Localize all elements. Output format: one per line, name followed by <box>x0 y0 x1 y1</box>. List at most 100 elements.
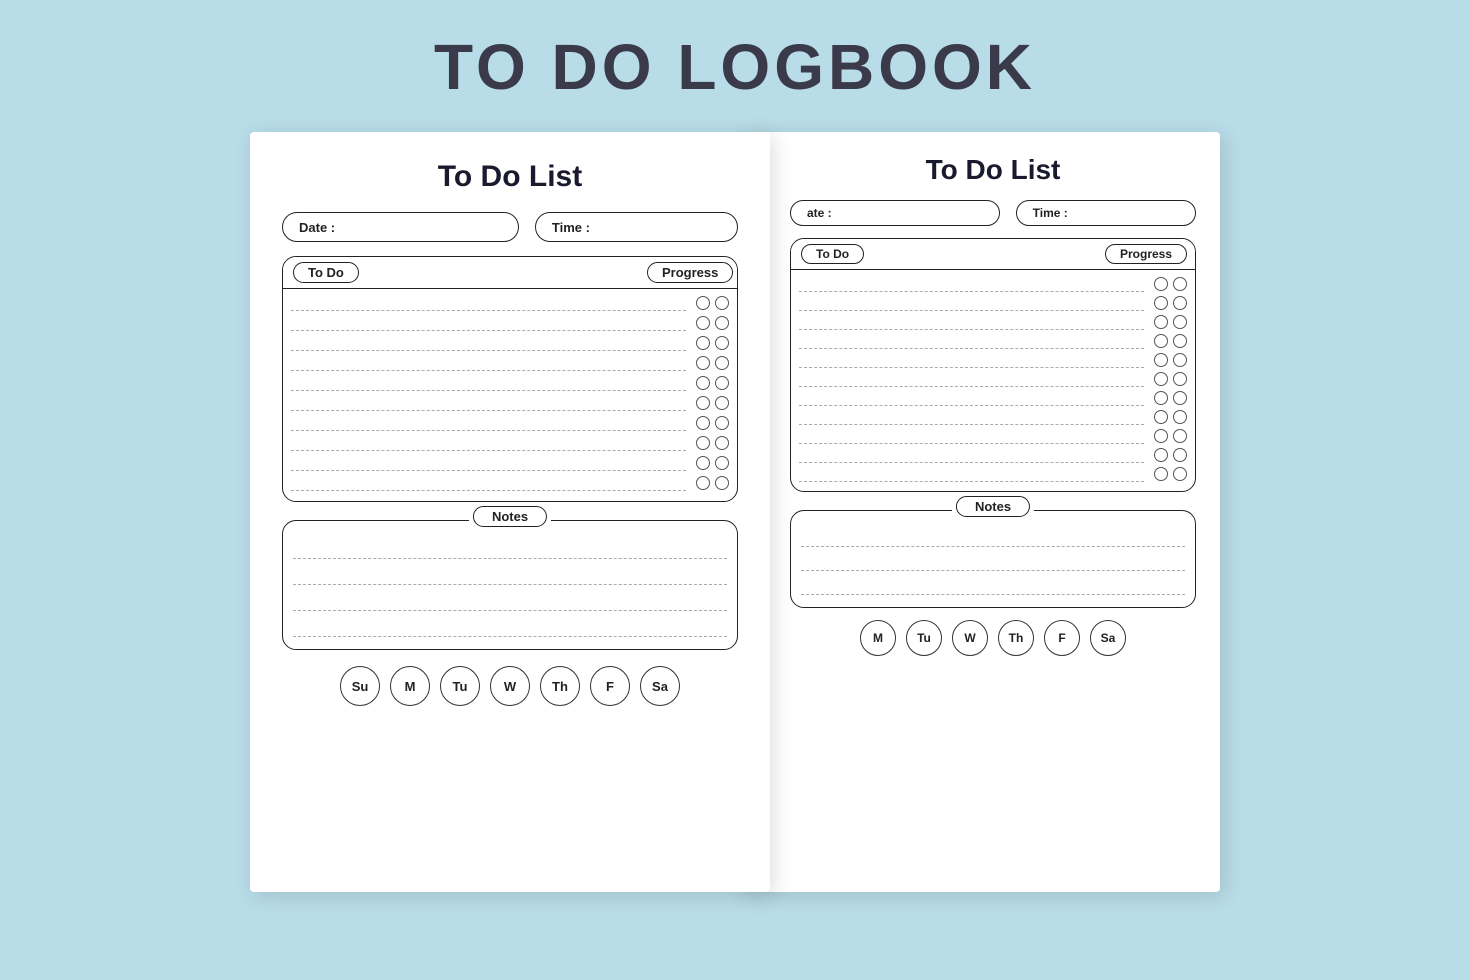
notes-line <box>801 527 1185 547</box>
day-circle: F <box>1044 620 1080 656</box>
circle-1 <box>1154 448 1168 462</box>
circle-2 <box>715 376 729 390</box>
todo-line <box>799 333 1144 349</box>
progress-circles <box>1154 315 1187 329</box>
back-date-field: ate : <box>790 200 1000 226</box>
progress-circles <box>696 296 729 310</box>
notes-line <box>293 563 727 585</box>
todo-line <box>291 375 686 391</box>
progress-circles <box>696 456 729 470</box>
todo-line <box>799 409 1144 425</box>
todo-line <box>291 315 686 331</box>
back-notes-label: Notes <box>956 496 1030 517</box>
todo-line <box>799 352 1144 368</box>
circle-2 <box>1173 391 1187 405</box>
day-circle: W <box>952 620 988 656</box>
circle-1 <box>696 436 710 450</box>
todo-row <box>799 428 1187 444</box>
date-time-row: Date : Time : <box>282 212 738 242</box>
todo-line <box>291 395 686 411</box>
circle-1 <box>1154 410 1168 424</box>
back-todo-table: To Do Progress <box>790 238 1196 492</box>
back-date-time-row: ate : Time : <box>790 200 1196 226</box>
back-todo-rows <box>791 270 1195 491</box>
todo-row <box>291 415 729 431</box>
date-label: Date : <box>299 220 335 235</box>
notes-line <box>293 615 727 637</box>
circle-1 <box>1154 315 1168 329</box>
circle-2 <box>1173 467 1187 481</box>
time-label: Time : <box>552 220 590 235</box>
circle-1 <box>696 376 710 390</box>
todo-row <box>291 355 729 371</box>
todo-line <box>799 295 1144 311</box>
todo-row <box>799 447 1187 463</box>
todo-line <box>291 455 686 471</box>
progress-circles <box>696 376 729 390</box>
todo-line <box>291 355 686 371</box>
circle-2 <box>715 476 729 490</box>
notes-label: Notes <box>473 506 547 527</box>
circle-1 <box>696 396 710 410</box>
progress-circles <box>1154 429 1187 443</box>
circle-2 <box>1173 448 1187 462</box>
circle-2 <box>1173 334 1187 348</box>
circle-1 <box>1154 277 1168 291</box>
circle-2 <box>1173 429 1187 443</box>
circle-1 <box>1154 429 1168 443</box>
circle-1 <box>696 336 710 350</box>
todo-line <box>799 314 1144 330</box>
back-notes-label-wrap: Notes <box>952 498 1034 516</box>
todo-rows <box>283 289 737 501</box>
circle-2 <box>715 296 729 310</box>
circle-1 <box>696 456 710 470</box>
day-circle: Sa <box>640 666 680 706</box>
circle-2 <box>1173 315 1187 329</box>
circle-2 <box>715 356 729 370</box>
day-circle: Tu <box>906 620 942 656</box>
todo-header: To Do Progress <box>283 257 737 289</box>
progress-circles <box>1154 334 1187 348</box>
back-todo-header: To Do Progress <box>791 239 1195 270</box>
circle-1 <box>696 356 710 370</box>
back-date-label: ate : <box>807 206 832 220</box>
progress-circles <box>696 416 729 430</box>
circle-2 <box>715 436 729 450</box>
circle-2 <box>715 336 729 350</box>
notes-lines <box>293 531 727 637</box>
progress-circles <box>1154 353 1187 367</box>
todo-table: To Do Progress <box>282 256 738 502</box>
back-page: To Do List ate : Time : To Do Progress <box>740 132 1220 892</box>
back-days-row: MTuWThFSa <box>790 620 1196 656</box>
progress-circles <box>1154 277 1187 291</box>
circle-2 <box>715 396 729 410</box>
notes-line <box>801 551 1185 571</box>
progress-circles <box>696 336 729 350</box>
todo-line <box>291 475 686 491</box>
circle-2 <box>715 416 729 430</box>
progress-circles <box>1154 410 1187 424</box>
notes-line <box>801 575 1185 595</box>
todo-row <box>799 409 1187 425</box>
progress-circles <box>696 436 729 450</box>
todo-col-header: To Do <box>283 257 647 288</box>
progress-circles <box>696 356 729 370</box>
progress-circles <box>696 316 729 330</box>
day-circle: Sa <box>1090 620 1126 656</box>
circle-2 <box>1173 277 1187 291</box>
circle-2 <box>1173 353 1187 367</box>
circle-1 <box>696 476 710 490</box>
back-todo-col-header: To Do <box>791 239 1105 269</box>
day-circle: F <box>590 666 630 706</box>
todo-row <box>799 276 1187 292</box>
circle-2 <box>1173 372 1187 386</box>
day-circle: Su <box>340 666 380 706</box>
back-page-title: To Do List <box>790 154 1196 186</box>
todo-row <box>291 315 729 331</box>
progress-col-header: Progress <box>647 257 737 288</box>
todo-row <box>799 352 1187 368</box>
circle-1 <box>1154 467 1168 481</box>
front-page: To Do List Date : Time : To Do Progress <box>250 132 770 892</box>
circle-1 <box>1154 372 1168 386</box>
circle-1 <box>696 316 710 330</box>
